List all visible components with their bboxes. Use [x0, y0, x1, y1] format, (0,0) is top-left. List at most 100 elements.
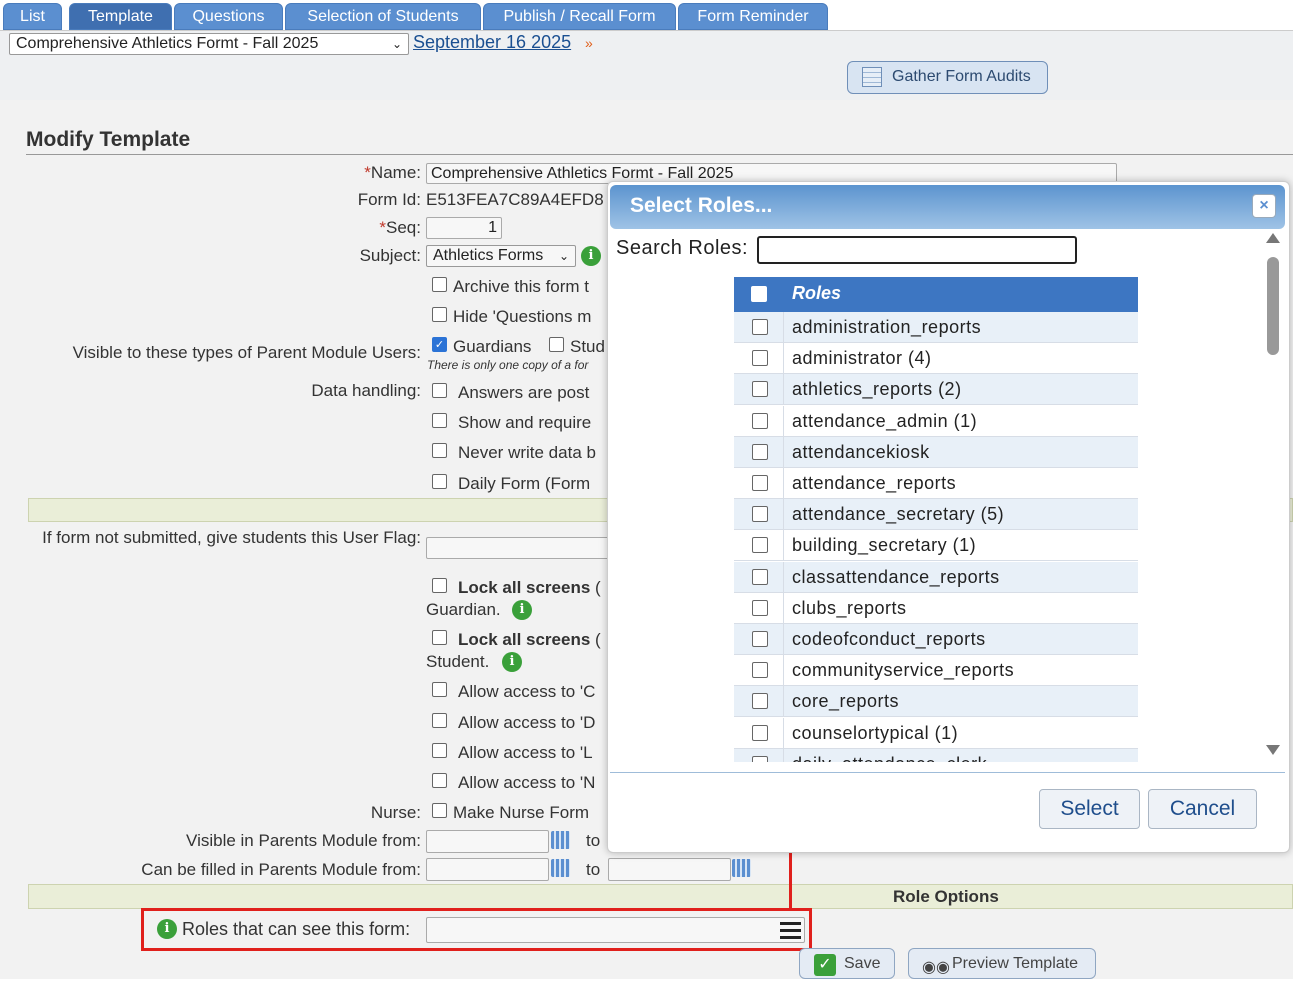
role-row[interactable]: attendancekiosk [734, 436, 1138, 468]
answers-posted-checkbox[interactable] [432, 383, 447, 398]
role-checkbox[interactable] [752, 475, 768, 491]
select-all-checkbox[interactable] [751, 286, 767, 302]
role-checkbox[interactable] [752, 568, 768, 585]
allow-c-checkbox[interactable] [432, 682, 447, 697]
role-checkbox[interactable] [752, 631, 768, 647]
daily-form-checkbox[interactable] [432, 474, 447, 489]
lock-guardian-checkbox[interactable] [432, 578, 447, 593]
role-checkbox[interactable] [752, 412, 768, 429]
dialog-footer-divider [610, 772, 1285, 773]
role-checkbox-cell [734, 686, 784, 718]
role-row[interactable]: athletics_reports (2) [734, 374, 1138, 406]
role-row[interactable]: attendance_secretary (5) [734, 499, 1138, 531]
nurse-form-text: Make Nurse Form [453, 803, 590, 822]
calendar-icon[interactable] [551, 831, 570, 849]
scroll-down-icon[interactable] [1266, 745, 1280, 755]
role-checkbox-cell [734, 436, 784, 468]
role-row[interactable]: attendance_admin (1) [734, 405, 1138, 437]
tab-form-reminder[interactable]: Form Reminder [678, 3, 828, 30]
lock-student-checkbox[interactable] [432, 630, 447, 645]
show-require-checkbox[interactable] [432, 413, 447, 428]
close-icon[interactable]: × [1252, 194, 1276, 218]
guardians-checkbox[interactable]: ✓ [432, 337, 447, 352]
lock-paren: ( [595, 630, 601, 649]
search-roles-input[interactable] [757, 236, 1077, 264]
role-row[interactable]: daily_attendance_clerk [734, 748, 1138, 762]
select-button[interactable]: Select [1039, 789, 1140, 829]
subject-value: Athletics Forms [433, 247, 544, 264]
students-text: Stud [570, 337, 605, 356]
role-row[interactable]: counselortypical (1) [734, 717, 1138, 749]
info-icon[interactable]: i [512, 600, 532, 620]
form-select-value: Comprehensive Athletics Formt - Fall 202… [16, 35, 319, 52]
role-checkbox[interactable] [752, 599, 768, 616]
tab-selection-of-students[interactable]: Selection of Students [285, 3, 481, 30]
calendar-icon[interactable] [732, 859, 751, 877]
role-checkbox-cell [734, 717, 784, 749]
check-icon: ✓ [814, 954, 836, 976]
dialog-scrollbar[interactable] [1265, 233, 1281, 763]
role-row[interactable]: building_secretary (1) [734, 530, 1138, 562]
never-write-checkbox[interactable] [432, 443, 447, 458]
role-checkbox[interactable] [752, 755, 768, 762]
role-row[interactable]: attendance_reports [734, 468, 1138, 499]
preview-template-button[interactable]: ◉◉ Preview Template [908, 948, 1096, 979]
user-flag-input[interactable] [426, 537, 611, 559]
seq-input[interactable]: 1 [426, 217, 502, 239]
allow-n-checkbox[interactable] [432, 773, 447, 788]
role-row[interactable]: clubs_reports [734, 592, 1138, 624]
role-row[interactable]: administration_reports [734, 312, 1138, 343]
scroll-up-icon[interactable] [1266, 233, 1280, 243]
role-checkbox[interactable] [752, 693, 768, 710]
role-checkbox[interactable] [752, 506, 768, 523]
tab-questions[interactable]: Questions [174, 3, 283, 30]
role-checkbox[interactable] [752, 662, 768, 679]
allow-d-checkbox[interactable] [432, 713, 447, 728]
annotation-box [141, 908, 812, 951]
tab-publish-recall[interactable]: Publish / Recall Form [483, 3, 676, 30]
form-select[interactable]: Comprehensive Athletics Formt - Fall 202… [9, 33, 409, 55]
gather-form-audits-button[interactable]: Gather Form Audits [847, 61, 1048, 94]
role-row[interactable]: administrator (4) [734, 343, 1138, 375]
save-button[interactable]: ✓ Save [799, 948, 895, 979]
tab-template[interactable]: Template [69, 3, 172, 30]
role-row[interactable]: codeofconduct_reports [734, 624, 1138, 655]
role-checkbox-cell [734, 312, 784, 343]
scrollbar-thumb[interactable] [1267, 257, 1279, 355]
name-label-text: Name: [370, 163, 421, 182]
next-arrow-icon[interactable]: » [585, 35, 593, 51]
role-row[interactable]: core_reports [734, 686, 1138, 718]
allow-l-checkbox[interactable] [432, 743, 447, 758]
cancel-button[interactable]: Cancel [1148, 789, 1257, 829]
save-label: Save [844, 955, 881, 972]
subject-select[interactable]: Athletics Forms ⌄ [426, 245, 576, 267]
filled-to-input[interactable] [608, 858, 731, 881]
calendar-icon[interactable] [551, 859, 570, 877]
role-checkbox[interactable] [752, 537, 768, 554]
role-checkbox[interactable] [752, 724, 768, 741]
role-checkbox[interactable] [752, 381, 768, 398]
visible-from-input[interactable] [426, 830, 549, 853]
spreadsheet-icon [862, 67, 882, 87]
role-checkbox[interactable] [752, 350, 768, 367]
role-row[interactable]: classattendance_reports [734, 561, 1138, 593]
archive-checkbox[interactable] [432, 277, 447, 292]
info-icon[interactable]: i [502, 652, 522, 672]
role-checkbox[interactable] [752, 443, 768, 460]
filled-from-input[interactable] [426, 858, 549, 881]
hide-questions-checkbox[interactable] [432, 307, 447, 322]
role-checkbox[interactable] [752, 319, 768, 335]
students-checkbox[interactable] [549, 337, 564, 352]
date-link[interactable]: September 16 2025 [413, 32, 571, 53]
role-checkbox-cell [734, 624, 784, 655]
role-row[interactable]: communityservice_reports [734, 655, 1138, 687]
info-icon[interactable]: i [581, 246, 601, 266]
role-name: clubs_reports [792, 597, 907, 618]
archive-text: Archive this form t [453, 277, 590, 296]
tab-list[interactable]: List [3, 3, 62, 30]
preview-label: Preview Template [952, 955, 1078, 972]
role-name: attendance_admin (1) [792, 410, 978, 431]
dialog-title: Select Roles... [630, 194, 773, 217]
lock-guardian-text: Lock all screens ( [458, 578, 601, 598]
nurse-form-checkbox[interactable] [432, 803, 447, 818]
